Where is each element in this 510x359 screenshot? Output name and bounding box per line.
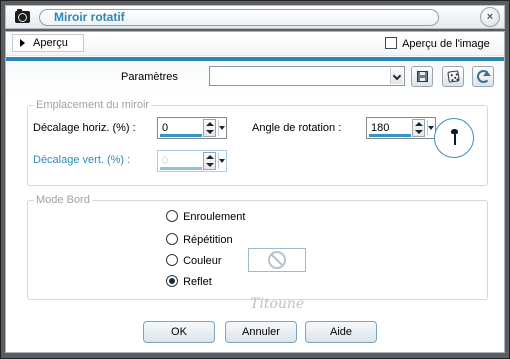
dropdown-arrow-icon[interactable] (218, 120, 225, 136)
image-preview-label: Aperçu de l'image (402, 38, 490, 50)
title-bar[interactable]: Miroir rotatif × (5, 5, 505, 29)
close-button[interactable]: × (480, 7, 500, 27)
watermark-signature: Titoune (250, 296, 305, 312)
save-preset-button[interactable] (411, 66, 433, 87)
radio-color[interactable]: Couleur (166, 254, 222, 267)
radio-wrap-button[interactable] (166, 210, 178, 222)
image-preview-checkbox[interactable]: Aperçu de l'image (385, 37, 490, 50)
spin-arrows-icon[interactable] (203, 119, 216, 137)
vertical-offset-value[interactable]: 0 (162, 155, 168, 167)
preview-toggle-button[interactable]: Aperçu (12, 34, 84, 52)
close-icon: × (486, 11, 494, 23)
horizontal-offset-label: Décalage horiz. (%) : (33, 122, 136, 134)
radio-wrap[interactable]: Enroulement (166, 210, 245, 223)
vertical-offset-field[interactable]: 0 (157, 150, 227, 172)
rotation-angle-label: Angle de rotation : (252, 122, 342, 134)
preview-toggle-label: Aperçu (33, 37, 68, 49)
help-button[interactable]: Aide (305, 321, 377, 343)
presets-label: Paramètres (121, 71, 178, 83)
horizontal-offset-field[interactable]: 0 (157, 117, 227, 139)
dropdown-arrow-icon[interactable] (427, 120, 434, 136)
rotation-angle-field[interactable]: 180 (366, 117, 436, 139)
save-icon (417, 71, 428, 82)
radio-repeat-label: Répétition (183, 234, 233, 246)
cancel-button[interactable]: Annuler (225, 321, 297, 343)
edge-color-swatch[interactable] (248, 248, 306, 272)
expand-arrow-icon (20, 39, 25, 47)
dial-needle-icon (454, 131, 456, 145)
radio-reflect-button[interactable] (166, 275, 178, 287)
rotation-dial[interactable] (434, 118, 474, 158)
spin-arrows-icon[interactable] (203, 152, 216, 170)
randomize-button[interactable] (442, 66, 464, 87)
radio-repeat-button[interactable] (166, 233, 178, 245)
radio-wrap-label: Enroulement (183, 211, 246, 223)
radio-repeat[interactable]: Répétition (166, 233, 233, 246)
value-slider-bar[interactable] (160, 167, 202, 170)
chevron-down-icon[interactable] (390, 68, 403, 84)
radio-color-button[interactable] (166, 254, 178, 266)
rotation-angle-value[interactable]: 180 (371, 122, 389, 134)
window-title: Miroir rotatif (39, 9, 439, 26)
ok-button[interactable]: OK (143, 321, 215, 343)
dice-icon (447, 70, 460, 83)
no-color-icon (268, 251, 286, 269)
mirror-location-legend: Emplacement du miroir (34, 99, 152, 111)
preview-bar: Aperçu Aperçu de l'image (6, 32, 504, 56)
edge-mode-legend: Mode Bord (34, 194, 92, 206)
reset-icon (477, 70, 491, 83)
checkbox-box[interactable] (385, 37, 397, 49)
presets-dropdown[interactable] (209, 66, 405, 86)
vertical-offset-label: Décalage vert. (%) : (33, 154, 131, 166)
horizontal-offset-value[interactable]: 0 (162, 122, 168, 134)
dropdown-arrow-icon[interactable] (218, 153, 225, 169)
dialog-body: Aperçu Aperçu de l'image Paramètres Empl… (5, 31, 505, 353)
camera-icon (15, 9, 30, 23)
spin-arrows-icon[interactable] (412, 119, 425, 137)
value-slider-bar[interactable] (160, 134, 202, 137)
reset-button[interactable] (472, 66, 494, 87)
value-slider-bar[interactable] (369, 134, 411, 137)
dialog-window: Miroir rotatif × Aperçu Aperçu de l'imag… (0, 0, 510, 359)
radio-reflect[interactable]: Reflet (166, 275, 212, 288)
radio-reflect-label: Reflet (183, 276, 212, 288)
radio-color-label: Couleur (183, 255, 222, 267)
